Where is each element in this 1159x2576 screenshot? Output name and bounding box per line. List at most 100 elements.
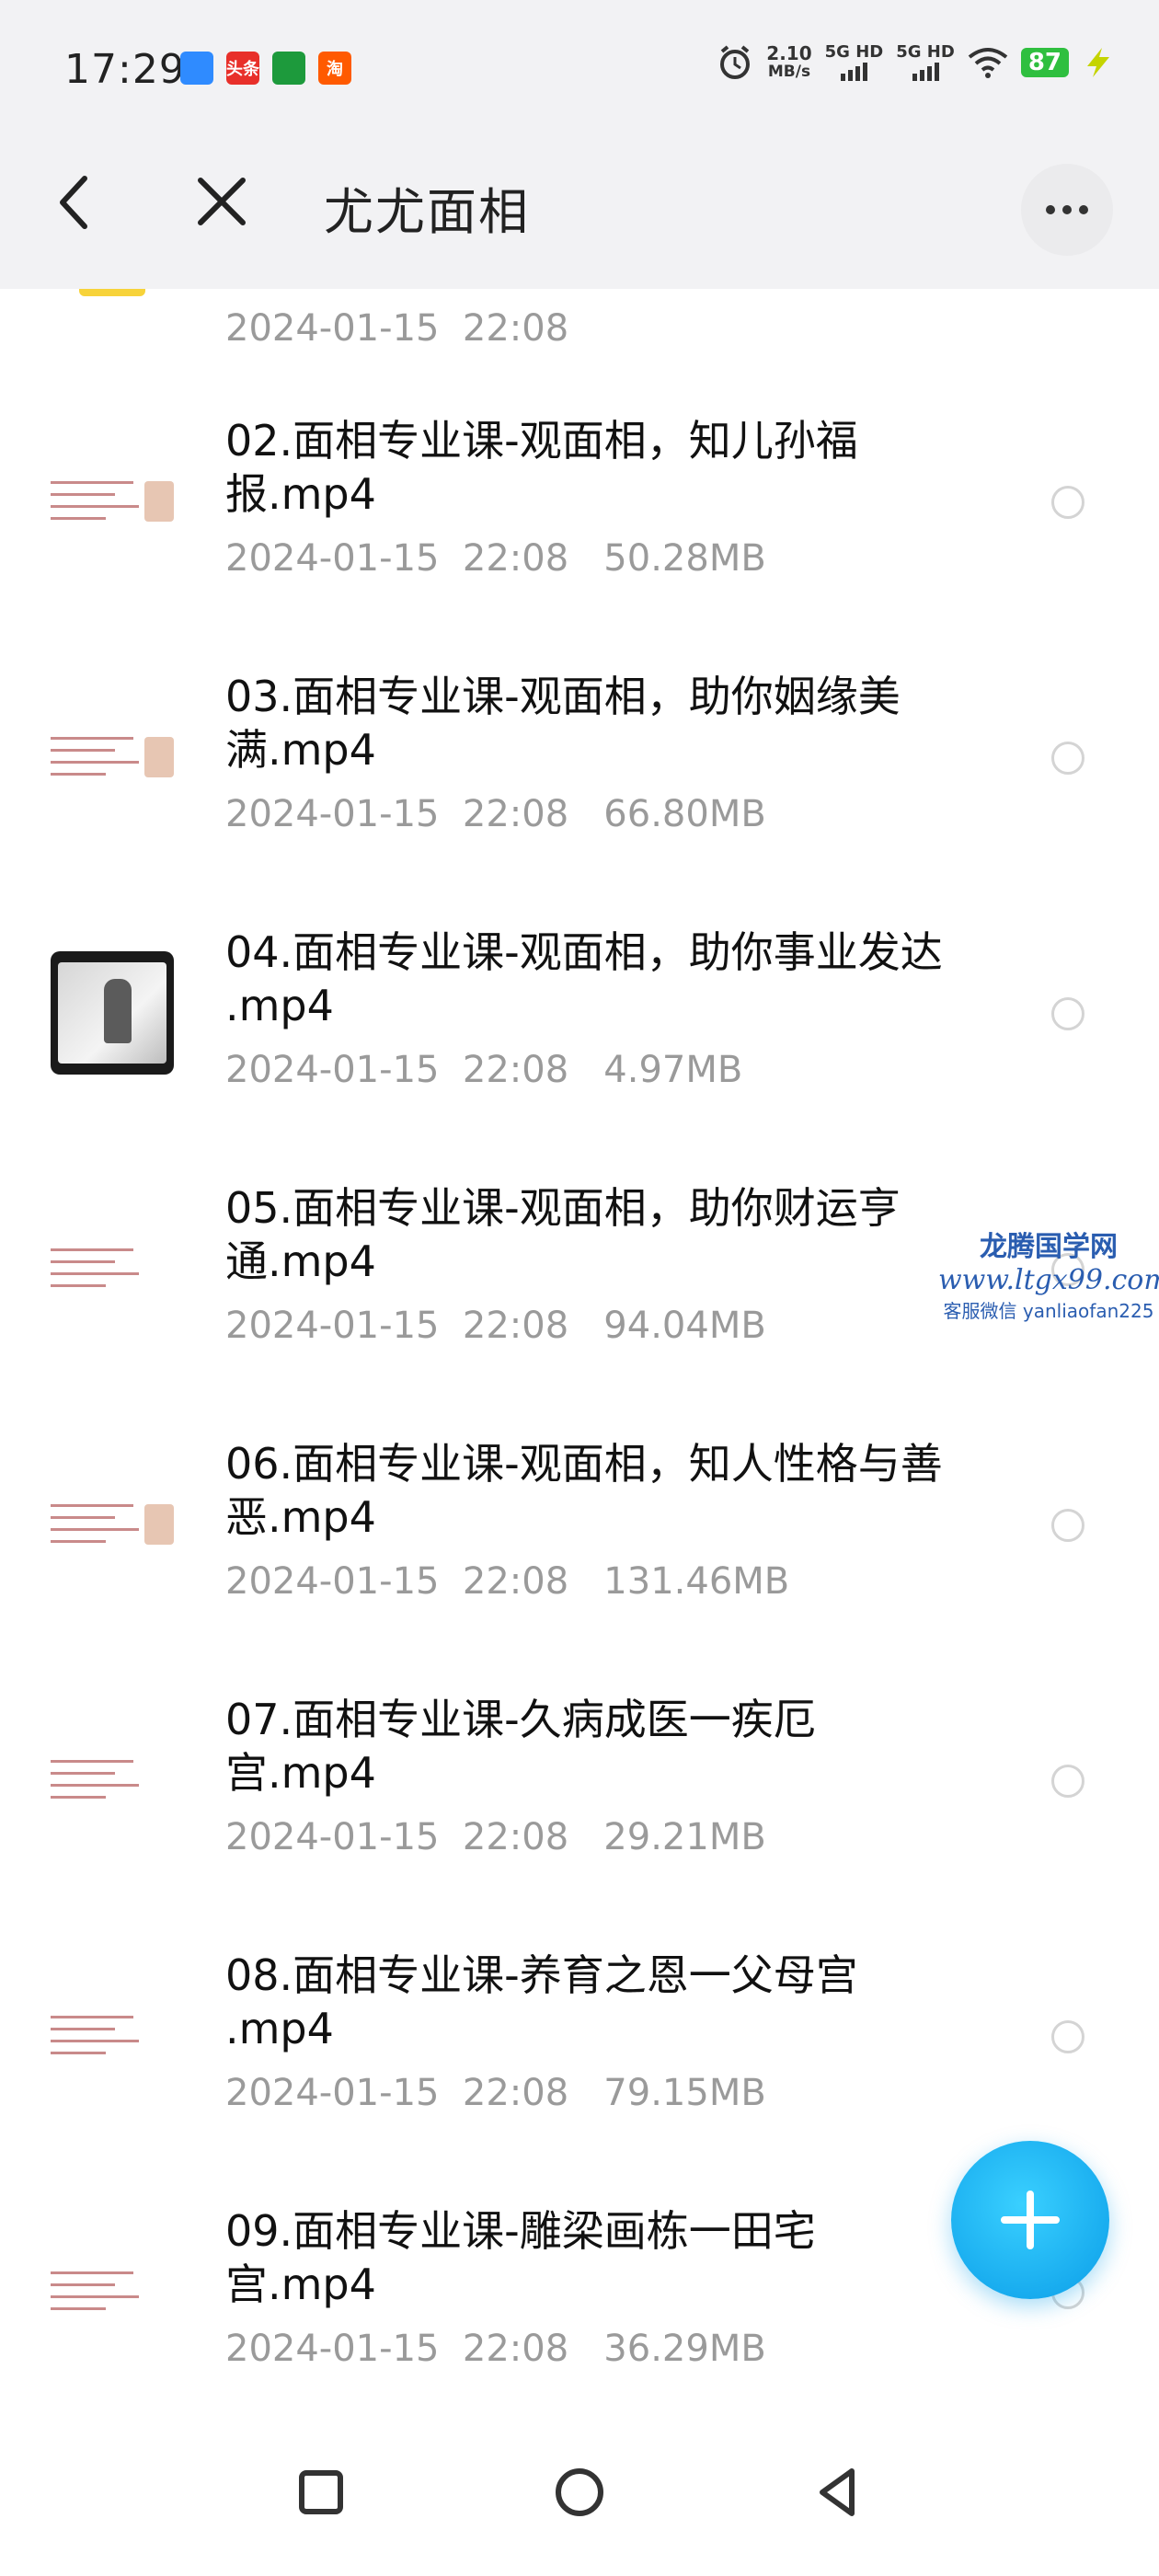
text-line [51,2028,115,2030]
toutiao-app-icon: 头条 [226,52,259,85]
file-name: 03.面相专业课-观面相，助你姻缘美满.mp4 [225,672,901,775]
status-right: 2.10 MB/s 5G HD 5G HD 87 [717,44,1113,81]
text-line [51,481,133,484]
text-line [51,737,133,740]
file-name: 04.面相专业课-观面相，助你事业发达 .mp4 [225,927,943,1030]
file-meta: 2024-01-15 22:08 50.28MB [225,537,766,580]
text-line [51,1796,106,1799]
close-icon[interactable] [193,173,250,230]
video-thumbnail [51,951,174,1075]
document-preview [51,2008,174,2064]
text-line [51,1760,133,1763]
file-meta: 2024-01-15 22:08 94.04MB [225,1305,766,1347]
alarm-icon [720,45,751,79]
watermark: 龙腾国学网 www.ltgx99.com 客服微信 yanliaofan225 [938,1224,1159,1323]
select-radio[interactable] [1051,997,1084,1030]
page-title: 尤尤面相 [324,183,530,241]
file-thumbnail [51,1719,174,1842]
dot-icon [1079,205,1088,214]
plus-icon [1001,2191,1060,2249]
document-preview [51,1753,174,1808]
home-icon[interactable] [547,2460,612,2524]
file-meta: 2024-01-15 22:08 66.80MB [225,793,766,835]
file-name: 07.面相专业课-久病成医一疾厄宫.mp4 [225,1695,816,1798]
select-radio[interactable] [1051,2020,1084,2053]
list-item-partial[interactable]: 2024-01-15 22:08 [0,289,1159,381]
file-meta: 2024-01-15 22:08 4.97MB [225,1049,743,1091]
file-thumbnail [51,1974,174,2098]
text-line [51,2271,133,2274]
document-preview [51,474,174,529]
file-row[interactable]: 07.面相专业课-久病成医一疾厄宫.mp4 2024-01-15 22:08 29… [0,1660,1159,1915]
add-button[interactable] [951,2141,1109,2299]
document-preview [51,730,174,785]
signal-bars-icon [825,61,884,81]
file-name: 02.面相专业课-观面相，知儿孙福报.mp4 [225,416,858,519]
face-photo [144,481,174,522]
file-name: 06.面相专业课-观面相，知人性格与善恶.mp4 [225,1439,943,1542]
text-line [51,2016,133,2018]
video-figure [104,979,132,1043]
file-thumbnail [51,1207,174,1330]
select-radio[interactable] [1051,486,1084,519]
text-line [51,2052,106,2054]
file-thumbnail [51,696,174,819]
file-meta: 2024-01-15 22:08 [225,307,569,350]
file-name: 08.面相专业课-养育之恩一父母宫 .mp4 [225,1950,858,2053]
speed-value: 2.10 [766,42,812,64]
signal-bars-icon [896,61,955,81]
text-line [51,1272,139,1275]
dot-icon [1046,205,1055,214]
select-radio[interactable] [1051,742,1084,775]
file-row[interactable]: 02.面相专业课-观面相，知儿孙福报.mp4 2024-01-15 22:08 5… [0,381,1159,637]
sim1-label: 5G HD [824,42,884,62]
face-photo [144,1504,174,1545]
recent-apps-icon[interactable] [289,2460,353,2524]
document-preview [51,1241,174,1296]
file-row[interactable]: 08.面相专业课-养育之恩一父母宫 .mp4 2024-01-15 22:08 7… [0,1915,1159,2171]
text-line [51,1260,115,1263]
more-options-button[interactable] [1021,164,1113,256]
text-line [51,1528,139,1531]
file-meta: 2024-01-15 22:08 131.46MB [225,1560,790,1603]
file-name: 09.面相专业课-雕梁画栋一田宅宫.mp4 [225,2206,816,2309]
sim2-signal: 5G HD [896,44,955,81]
notification-icons: 头条 淘 [180,52,351,85]
text-line [51,749,115,752]
file-meta: 2024-01-15 22:08 36.29MB [225,2328,766,2370]
text-line [51,773,106,776]
watermark-contact: 客服微信 yanliaofan225 [943,1300,1154,1322]
text-line [51,1772,115,1775]
taobao-app-icon: 淘 [318,52,351,85]
text-line [51,2283,115,2286]
back-arrow-icon[interactable] [48,166,103,239]
file-meta: 2024-01-15 22:08 79.15MB [225,2072,766,2114]
file-row[interactable]: 03.面相专业课-观面相，助你姻缘美满.mp4 2024-01-15 22:08 … [0,637,1159,892]
file-row[interactable]: 06.面相专业课-观面相，知人性格与善恶.mp4 2024-01-15 22:08… [0,1404,1159,1660]
text-line [51,517,106,520]
network-speed: 2.10 MB/s [766,44,811,81]
select-radio[interactable] [1051,1765,1084,1798]
back-nav-icon[interactable] [806,2460,870,2524]
system-nav-bar [0,2414,1159,2576]
text-line [51,505,139,508]
file-list: 2024-01-15 22:08 02.面相专业课-观面相，知儿孙福报.mp4 2… [0,289,1159,2414]
file-row[interactable]: 04.面相专业课-观面相，助你事业发达 .mp4 2024-01-15 22:08… [0,892,1159,1148]
document-preview [51,1497,174,1552]
watermark-title: 龙腾国学网 [980,1231,1118,1263]
file-thumbnail [51,951,174,1075]
file-meta: 2024-01-15 22:08 29.21MB [225,1816,766,1858]
battery-indicator: 87 [1020,48,1069,77]
file-thumbnail [51,440,174,563]
text-line [51,1248,133,1251]
text-line [51,2307,106,2310]
file-name: 05.面相专业课-观面相，助你财运亨通.mp4 [225,1183,901,1286]
wifi-icon [968,48,1008,78]
post-app-icon [272,52,305,85]
text-line [51,761,139,764]
select-radio[interactable] [1051,1509,1084,1542]
status-bar: 17:29 头条 淘 2.10 MB/s 5G HD 5G HD 87 [0,0,1159,118]
file-thumbnail [51,2230,174,2353]
text-line [51,1540,106,1543]
file-thumbnail [51,1463,174,1586]
